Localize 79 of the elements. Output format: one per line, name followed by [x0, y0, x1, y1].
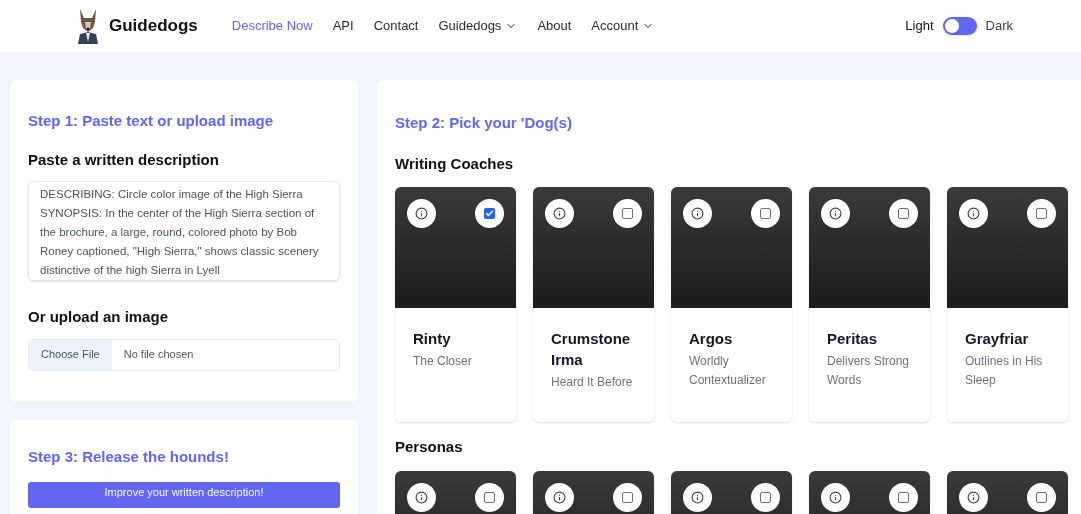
info-button[interactable] [959, 199, 988, 228]
info-icon [415, 207, 428, 220]
info-icon [829, 207, 842, 220]
file-status: No file chosen [122, 347, 195, 363]
checkbox[interactable] [622, 491, 633, 503]
check-icon [485, 209, 494, 218]
step-title: Step 1: Paste text or upload image [28, 111, 275, 131]
select-button[interactable] [751, 199, 780, 228]
checkbox[interactable] [898, 491, 909, 503]
info-button[interactable] [959, 482, 988, 512]
info-icon [553, 490, 566, 504]
description-field[interactable]: DESCRIBING: Circle color image of the High Sierra SYNOPSIS: In the center of the High Sierra section of the brochure, a large, round, colored photo by Bob Roney captioned, "High Sierra," shows classic scenery distinctive of the high Sierra in Lyell [28, 181, 340, 281]
dog-card[interactable]: Rinty The Closer [395, 187, 516, 422]
dog-tagline: Worldly Contextualizer [689, 353, 767, 389]
info-icon [967, 207, 980, 220]
info-icon [691, 490, 704, 504]
info-button[interactable] [683, 482, 712, 512]
info-icon [415, 490, 428, 504]
group-heading: Personas [395, 437, 464, 457]
dog-card[interactable]: Peritas Delivers Strong Words [809, 187, 930, 422]
select-button[interactable] [475, 482, 504, 512]
select-button[interactable] [613, 482, 642, 512]
checkbox[interactable] [760, 491, 771, 503]
select-button[interactable] [1027, 482, 1056, 512]
dog-tagline: The Closer [413, 353, 473, 370]
info-icon [967, 490, 980, 504]
info-icon [829, 490, 842, 504]
dog-name: Crumstone Irma [551, 329, 632, 370]
light-label: Light [905, 17, 934, 36]
select-button[interactable] [475, 199, 504, 228]
info-icon [553, 207, 566, 220]
choose-file-button[interactable]: Choose File [29, 339, 112, 370]
checkbox[interactable] [760, 208, 771, 219]
info-button[interactable] [683, 199, 712, 228]
info-button[interactable] [821, 199, 850, 228]
nav-link[interactable]: Guidedogs [438, 16, 518, 36]
dog-card[interactable]: Crumstone Irma Heard It Before [533, 187, 654, 422]
section-heading: Paste a written description [28, 149, 220, 170]
theme-toggle[interactable] [942, 17, 977, 35]
nav-link[interactable]: Describe Now [231, 16, 313, 36]
dog-tagline: Outlines in His Sleep [965, 353, 1044, 389]
select-button[interactable] [889, 199, 918, 228]
group-heading: Writing Coaches [395, 153, 515, 174]
checkbox[interactable] [1036, 491, 1047, 503]
info-button[interactable] [545, 199, 574, 228]
step-title: Step 2: Pick your 'Dog(s) [395, 113, 573, 133]
dog-logo-icon [75, 8, 101, 44]
checkbox[interactable] [898, 208, 909, 219]
section-heading: Or upload an image [28, 307, 170, 327]
dog-name: Peritas [827, 329, 879, 349]
dog-name: Grayfriar [965, 329, 1030, 349]
info-button[interactable] [545, 482, 574, 512]
dog-tagline: Heard It Before [551, 374, 634, 391]
dog-card[interactable]: Argos Worldly Contextualizer [671, 187, 792, 422]
dark-label: Dark [985, 17, 1013, 36]
dog-card[interactable]: Grayfriar Outlines in His Sleep [947, 187, 1068, 422]
checkbox[interactable] [484, 491, 495, 503]
checkbox[interactable] [622, 208, 633, 219]
info-button[interactable] [821, 482, 850, 512]
info-button[interactable] [407, 199, 436, 228]
brand-name[interactable]: Guidedogs [109, 13, 198, 39]
step-title: Step 3: Release the hounds! [28, 446, 230, 467]
nav-link[interactable]: Contact [373, 16, 419, 36]
nav-link[interactable]: About [537, 16, 572, 36]
nav-link[interactable]: Account [591, 16, 655, 36]
info-button[interactable] [407, 482, 436, 512]
dog-name: Argos [689, 329, 734, 349]
select-button[interactable] [1027, 199, 1056, 228]
select-button[interactable] [889, 482, 918, 512]
dog-tagline: Delivers Strong Words [827, 353, 911, 389]
file-input[interactable]: Choose File No file chosen [28, 338, 340, 371]
select-button[interactable] [613, 199, 642, 228]
checkbox[interactable] [1036, 208, 1047, 219]
select-button[interactable] [751, 482, 780, 512]
info-icon [691, 207, 704, 220]
dog-name: Rinty [413, 329, 452, 349]
improve-button[interactable]: Improve your written description! [28, 482, 340, 508]
checkbox[interactable] [484, 208, 495, 219]
nav-link[interactable]: API [332, 16, 354, 36]
